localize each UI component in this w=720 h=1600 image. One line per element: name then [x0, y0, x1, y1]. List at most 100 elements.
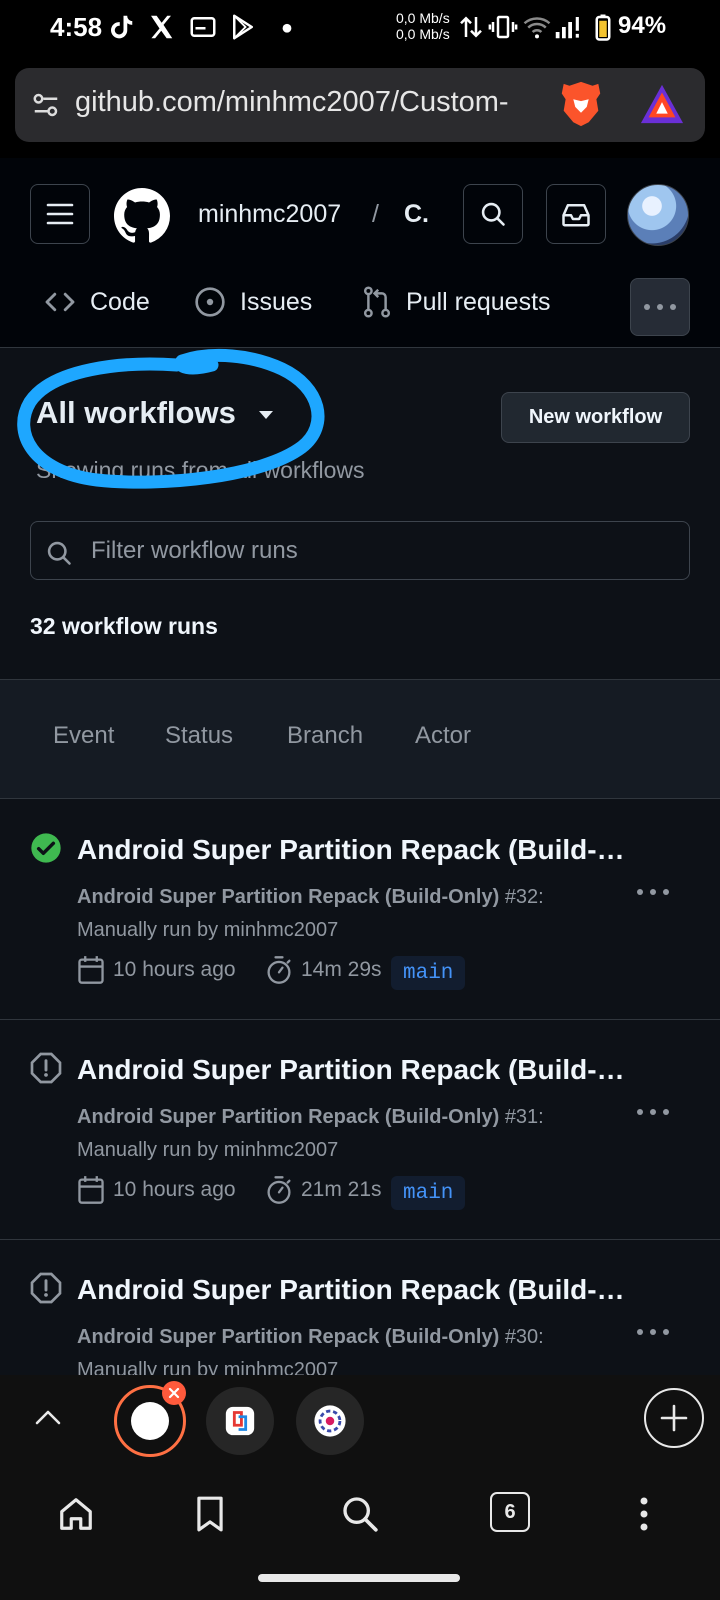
filter-runs-field[interactable]	[30, 521, 690, 580]
kebab-horizontal-icon	[644, 304, 676, 310]
kebab-horizontal-icon[interactable]	[636, 1108, 670, 1116]
kebab-vertical-icon	[640, 1497, 648, 1531]
browser-menu-button[interactable]	[624, 1492, 664, 1536]
repo-name-link[interactable]: C.	[404, 200, 429, 229]
wifi-icon	[523, 17, 551, 39]
workflow-selector-label: All workflows	[36, 395, 236, 430]
inbox-icon	[562, 204, 590, 227]
tab-count: 6	[504, 1500, 516, 1523]
tab-code-label: Code	[90, 287, 150, 316]
home-icon	[60, 1498, 92, 1530]
url-text[interactable]: github.com/minhmc2007/Custom-	[75, 86, 545, 119]
brave-shields-icon[interactable]	[557, 80, 605, 130]
github-logo-icon[interactable]	[114, 188, 170, 244]
workflow-subtitle: Showing runs from all workflows	[36, 457, 365, 483]
data-transfer-icon	[460, 16, 482, 38]
calendar-icon	[78, 1176, 104, 1204]
run-workflow-info: Android Super Partition Repack (Build-On…	[77, 1326, 544, 1349]
screen-icon	[190, 17, 216, 37]
tab-pull-requests-label: Pull requests	[406, 287, 551, 316]
brave-rewards-icon[interactable]	[639, 82, 685, 126]
run-workflow-name: Android Super Partition Repack (Build-On…	[77, 1106, 500, 1128]
new-tab-button[interactable]	[644, 1388, 704, 1448]
network-speed: 0,0 Mb/s 0,0 Mb/s	[396, 10, 450, 42]
more-tabs-button[interactable]	[630, 278, 690, 336]
repo-owner-link[interactable]: minhmc2007	[198, 200, 341, 229]
tab-issues[interactable]: Issues	[194, 282, 312, 322]
alert-octagon-icon	[30, 1272, 62, 1304]
address-bar[interactable]: github.com/minhmc2007/Custom-	[15, 68, 705, 142]
filter-actor[interactable]: Actor	[415, 722, 471, 750]
workflow-run-row[interactable]: Android Super Partition Repack (Build-On…	[0, 1020, 720, 1240]
run-duration: 21m 21s	[265, 1175, 382, 1205]
workflow-runs-list: Android Super Partition Repack (Build-On…	[0, 800, 720, 1375]
path-separator: /	[372, 200, 379, 228]
avatar[interactable]	[627, 184, 689, 246]
site-settings-icon[interactable]	[31, 90, 61, 120]
new-workflow-button[interactable]: New workflow	[501, 392, 690, 443]
net-down-text: 0,0 Mb/s	[396, 26, 450, 42]
triangle-down-icon	[258, 411, 273, 419]
run-number: #31:	[504, 1106, 544, 1128]
run-number: #32:	[504, 886, 544, 908]
vibrate-icon	[488, 15, 518, 39]
search-icon	[481, 202, 505, 226]
inbox-button[interactable]	[546, 184, 606, 244]
notification-dot-icon	[282, 23, 292, 33]
branch-badge[interactable]: main	[391, 956, 466, 990]
run-title[interactable]: Android Super Partition Repack (Build-On…	[77, 1274, 627, 1306]
battery-percent: 94%	[618, 12, 667, 39]
run-time-label: 10 hours ago	[113, 1178, 236, 1201]
tiktok-icon	[111, 15, 133, 39]
github-favicon-icon	[131, 1402, 169, 1440]
workflow-run-row[interactable]: Android Super Partition Repack (Build-On…	[0, 800, 720, 1020]
workflow-run-row[interactable]: Android Super Partition Repack (Build-On…	[0, 1240, 720, 1375]
filter-status[interactable]: Status	[165, 722, 233, 750]
x-icon	[151, 15, 173, 39]
run-time: 10 hours ago	[77, 1175, 236, 1205]
status-bar: 4:58 0,0 Mb/s 0,0 Mb/s 94%	[0, 0, 720, 56]
kebab-horizontal-icon[interactable]	[636, 888, 670, 896]
filter-runs-input[interactable]	[91, 522, 681, 579]
net-up-text: 0,0 Mb/s	[396, 10, 450, 26]
issue-opened-icon	[195, 287, 225, 317]
gesture-handle[interactable]	[258, 1574, 460, 1582]
filter-event[interactable]: Event	[53, 722, 114, 750]
menu-button[interactable]	[30, 184, 90, 244]
tab-code[interactable]: Code	[44, 282, 150, 322]
browser-search-button[interactable]	[338, 1492, 382, 1536]
close-icon	[168, 1387, 180, 1399]
tab-switcher-button[interactable]: 6	[490, 1492, 530, 1532]
tab-favicon[interactable]	[206, 1387, 274, 1455]
run-workflow-info: Android Super Partition Repack (Build-On…	[77, 1106, 544, 1129]
tab-pull-requests[interactable]: Pull requests	[362, 282, 551, 322]
bookmark-icon	[197, 1496, 223, 1532]
close-tab-button[interactable]	[162, 1381, 186, 1405]
tab-favicon[interactable]	[296, 1387, 364, 1455]
run-time: 10 hours ago	[77, 955, 236, 985]
code-icon	[45, 292, 75, 312]
search-icon	[343, 1497, 378, 1532]
run-duration-label: 21m 21s	[301, 1178, 382, 1201]
search-button[interactable]	[463, 184, 523, 244]
home-button[interactable]	[54, 1492, 98, 1536]
bookmarks-button[interactable]	[188, 1492, 232, 1536]
run-time-label: 10 hours ago	[113, 958, 236, 981]
plus-icon	[660, 1404, 688, 1432]
run-title[interactable]: Android Super Partition Repack (Build-On…	[77, 834, 627, 866]
branch-badge[interactable]: main	[391, 1176, 466, 1210]
kebab-horizontal-icon[interactable]	[636, 1328, 670, 1336]
workflow-run-count: 32 workflow runs	[30, 613, 218, 639]
run-trigger: Manually run by minhmc2007	[77, 1359, 339, 1375]
browser-bottom-nav: 6	[0, 1470, 720, 1600]
chat-app-icon	[225, 1406, 255, 1436]
filter-branch[interactable]: Branch	[287, 722, 363, 750]
run-number: #30:	[504, 1326, 544, 1348]
workflows-header: All workflows Showing runs from all work…	[0, 348, 720, 679]
battery-icon	[595, 14, 611, 41]
collapse-tabs-button[interactable]	[28, 1397, 68, 1437]
run-title[interactable]: Android Super Partition Repack (Build-On…	[77, 1054, 627, 1086]
workflow-selector[interactable]: All workflows	[36, 395, 274, 431]
run-workflow-info: Android Super Partition Repack (Build-On…	[77, 886, 544, 909]
run-trigger: Manually run by minhmc2007	[77, 919, 339, 941]
